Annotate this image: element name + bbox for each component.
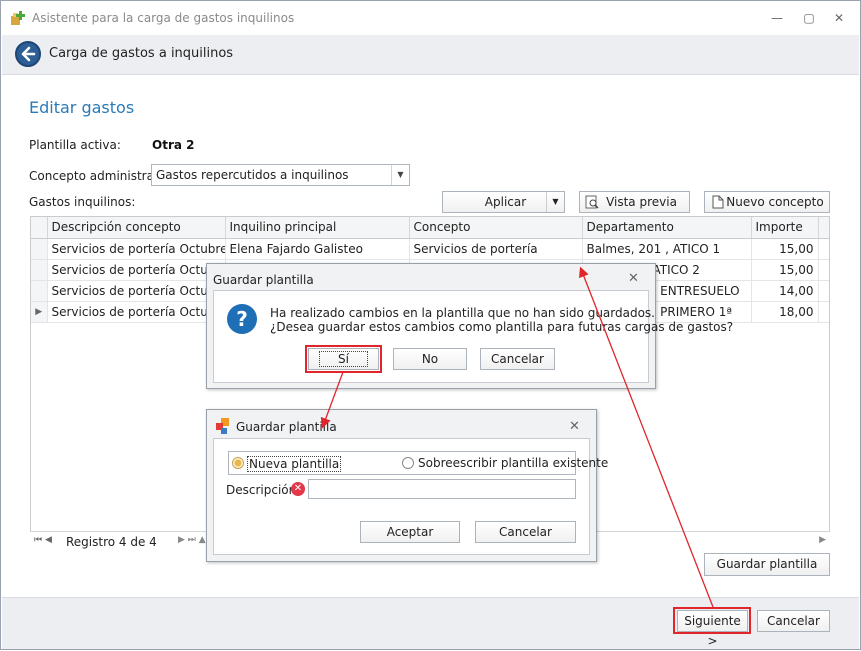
grid-header-row: Descripción concepto Inquilino principal… xyxy=(31,217,829,239)
current-row-indicator-icon[interactable]: ▶ xyxy=(31,301,48,323)
column-header[interactable]: Descripción concepto xyxy=(47,217,226,239)
table-cell[interactable]: 15,00 xyxy=(751,259,819,281)
table-cell[interactable]: Servicios de portería Octubre-20 xyxy=(47,301,226,323)
table-cell[interactable]: 18,00 xyxy=(751,301,819,323)
admin-concept-value: Gastos repercutidos a inquilinos xyxy=(156,168,349,182)
column-header[interactable]: Departamento xyxy=(582,217,752,239)
error-icon: ✕ xyxy=(291,482,305,496)
table-cell[interactable]: Elena Fajardo Galisteo xyxy=(225,238,410,260)
window-title: Asistente para la carga de gastos inquil… xyxy=(32,11,295,25)
description-input[interactable] xyxy=(308,479,576,499)
column-header[interactable]: Inquilino principal xyxy=(225,217,410,239)
chevron-down-icon[interactable]: ▼ xyxy=(391,165,409,185)
new-concept-label: Nuevo concepto xyxy=(726,195,824,209)
row-indicator[interactable] xyxy=(31,259,48,281)
accept-button[interactable]: Aceptar xyxy=(360,521,460,543)
scroll-corner xyxy=(818,217,829,239)
apply-mass-button[interactable]: Aplicar masivamente ▼ xyxy=(442,191,565,229)
minimize-icon[interactable]: — xyxy=(767,9,787,27)
column-header[interactable]: Concepto xyxy=(409,217,583,239)
section-title: Editar gastos xyxy=(29,98,135,117)
save-template-label: Guardar plantilla xyxy=(716,557,818,571)
table-cell[interactable]: Servicios de portería xyxy=(409,238,583,260)
close-icon[interactable]: ✕ xyxy=(628,271,639,286)
nav-first-prev-icon[interactable]: ⏮ ◀ xyxy=(34,535,52,545)
dialog-title: Guardar plantilla xyxy=(213,273,314,287)
scroll-gutter xyxy=(818,280,829,302)
cancel-button[interactable]: Cancelar xyxy=(480,348,555,370)
table-cell[interactable]: Servicios de portería Octubre-20 xyxy=(47,280,226,302)
cancel-label: Cancelar xyxy=(499,525,552,539)
row-indicator-header xyxy=(31,217,48,239)
title-bar: Asistente para la carga de gastos inquil… xyxy=(1,1,860,35)
dialog-message: Ha realizado cambios en la plantilla que… xyxy=(270,306,655,320)
preview-button[interactable]: Vista previa xyxy=(579,191,690,213)
annotation-highlight xyxy=(673,607,751,634)
table-cell[interactable]: Servicios de portería Octubre-2022 xyxy=(47,238,226,260)
cancel-label: Cancelar xyxy=(767,614,820,628)
wizard-header: Carga de gastos a inquilinos xyxy=(2,35,859,75)
no-label: No xyxy=(421,352,439,366)
cancel-label: Cancelar xyxy=(491,352,544,366)
scroll-gutter xyxy=(818,259,829,281)
record-indicator: Registro 4 de 4 xyxy=(66,535,157,549)
dialog-title: Guardar plantilla xyxy=(236,420,337,434)
main-window: Asistente para la carga de gastos inquil… xyxy=(0,0,861,650)
dialog-message: ¿Desea guardar estos cambios como planti… xyxy=(270,320,734,334)
maximize-icon[interactable]: ▢ xyxy=(799,9,819,27)
table-row[interactable]: Servicios de portería Octubre-2022 Elena… xyxy=(31,238,829,260)
table-cell[interactable]: Balmes, 201 , ATICO 1 xyxy=(582,238,752,260)
admin-concept-select[interactable]: Gastos repercutidos a inquilinos ▼ xyxy=(151,164,410,186)
table-cell[interactable]: 14,00 xyxy=(751,280,819,302)
scroll-gutter xyxy=(818,301,829,323)
row-indicator[interactable] xyxy=(31,280,48,302)
option-new-label[interactable]: Nueva plantilla xyxy=(247,456,342,472)
table-cell[interactable]: Servicios de portería Octubre-20 xyxy=(47,259,226,281)
cancel-button[interactable]: Cancelar xyxy=(757,610,830,632)
scroll-gutter xyxy=(818,238,829,260)
close-icon[interactable]: ✕ xyxy=(569,419,580,434)
close-icon[interactable]: ✕ xyxy=(829,9,849,27)
cancel-button[interactable]: Cancelar xyxy=(475,521,576,543)
radio-overwrite-template[interactable] xyxy=(402,457,414,469)
preview-label: Vista previa xyxy=(606,195,677,209)
active-template-label: Plantilla activa: xyxy=(29,138,121,152)
back-button[interactable] xyxy=(15,41,41,67)
question-icon: ? xyxy=(227,304,257,334)
scroll-right-icon[interactable]: ▶ xyxy=(819,535,826,545)
radio-new-template[interactable] xyxy=(232,457,244,469)
new-document-icon xyxy=(712,195,724,209)
preview-icon xyxy=(585,195,599,209)
column-header[interactable]: Importe xyxy=(751,217,819,239)
template-icon xyxy=(216,418,229,434)
app-icon xyxy=(11,11,25,25)
header-title: Carga de gastos a inquilinos xyxy=(49,46,234,61)
description-label: Descripción: xyxy=(226,483,301,497)
no-button[interactable]: No xyxy=(393,348,467,370)
save-template-button[interactable]: Guardar plantilla xyxy=(704,553,830,576)
back-arrow-icon xyxy=(21,46,36,62)
table-cell[interactable]: 15,00 xyxy=(751,238,819,260)
accept-label: Aceptar xyxy=(386,525,434,539)
tenant-expenses-label: Gastos inquilinos: xyxy=(29,195,136,209)
annotation-highlight xyxy=(305,345,382,373)
option-overwrite-label[interactable]: Sobreescribir plantilla existente xyxy=(418,456,608,470)
row-indicator[interactable] xyxy=(31,238,48,260)
active-template-value: Otra 2 xyxy=(152,138,195,152)
new-concept-button[interactable]: Nuevo concepto xyxy=(704,191,830,213)
chevron-down-icon[interactable]: ▼ xyxy=(546,192,564,212)
